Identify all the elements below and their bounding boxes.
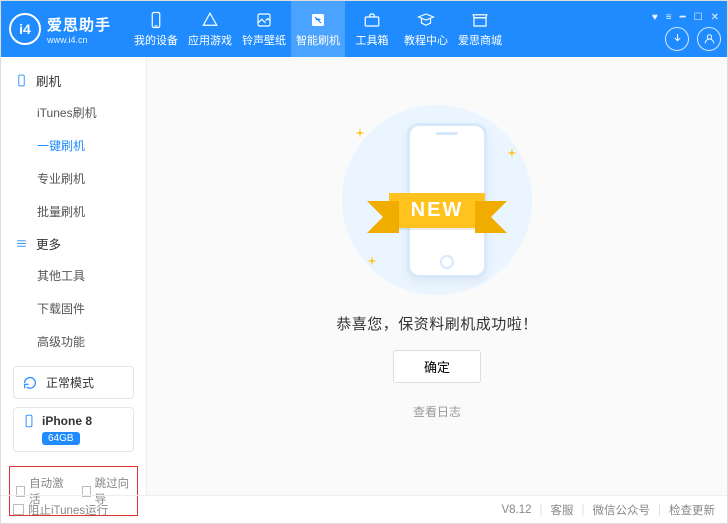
new-ribbon: NEW bbox=[389, 193, 486, 228]
nav-label: 我的设备 bbox=[134, 32, 178, 48]
sidebar-group-title: 更多 bbox=[36, 234, 61, 253]
sidebar-group-more[interactable]: 更多 bbox=[1, 228, 146, 259]
menu-lines-icon bbox=[15, 237, 28, 250]
nav-label: 应用游戏 bbox=[188, 32, 232, 48]
titlebar: i4 爱思助手 www.i4.cn 我的设备 应用游戏 铃声壁纸 智能刷机 bbox=[1, 1, 727, 57]
sidebar-group-title: 刷机 bbox=[36, 71, 61, 90]
download-button[interactable] bbox=[665, 27, 689, 51]
device-capacity-badge: 64GB bbox=[42, 432, 80, 445]
window-controls: ♥ ≡ ━ ☐ ✕ bbox=[652, 12, 719, 23]
sidebar-group-flash[interactable]: 刷机 bbox=[1, 65, 146, 96]
wallpaper-icon bbox=[255, 11, 273, 29]
success-message: 恭喜您，保资料刷机成功啦！ bbox=[336, 313, 538, 334]
brand-title: 爱思助手 bbox=[47, 14, 111, 35]
nav-my-device[interactable]: 我的设备 bbox=[129, 1, 183, 57]
sidebar-item-download-firmware[interactable]: 下载固件 bbox=[1, 292, 146, 325]
nav-toolbox[interactable]: 工具箱 bbox=[345, 1, 399, 57]
nav-label: 铃声壁纸 bbox=[242, 32, 286, 48]
settings-icon[interactable]: ♥ bbox=[652, 12, 658, 23]
body: 刷机 iTunes刷机 一键刷机 专业刷机 批量刷机 更多 其他工具 下载固件 … bbox=[1, 57, 727, 495]
nav-store[interactable]: 爱思商城 bbox=[453, 1, 507, 57]
sidebar-item-other-tools[interactable]: 其他工具 bbox=[1, 259, 146, 292]
refresh-icon bbox=[22, 375, 38, 391]
account-button[interactable] bbox=[697, 27, 721, 51]
toolbox-icon bbox=[363, 11, 381, 29]
sidebar-item-advanced[interactable]: 高级功能 bbox=[1, 325, 146, 358]
maximize-icon[interactable]: ☐ bbox=[694, 12, 703, 23]
nav-tutorials[interactable]: 教程中心 bbox=[399, 1, 453, 57]
nav-label: 智能刷机 bbox=[296, 32, 340, 48]
sidebar-item-batch-flash[interactable]: 批量刷机 bbox=[1, 195, 146, 228]
version-label: V8.12 bbox=[501, 504, 531, 516]
minimize-icon[interactable]: ━ bbox=[680, 12, 686, 23]
sidebar: 刷机 iTunes刷机 一键刷机 专业刷机 批量刷机 更多 其他工具 下载固件 … bbox=[1, 57, 147, 495]
top-nav: 我的设备 应用游戏 铃声壁纸 智能刷机 工具箱 教程中心 bbox=[129, 1, 507, 57]
tutorial-icon bbox=[417, 11, 435, 29]
phone-small-icon bbox=[22, 414, 36, 428]
sidebar-item-itunes-flash[interactable]: iTunes刷机 bbox=[1, 96, 146, 129]
flash-icon bbox=[309, 11, 327, 29]
block-itunes-checkbox[interactable]: 阻止iTunes运行 bbox=[13, 502, 108, 518]
brand-site: www.i4.cn bbox=[47, 35, 111, 45]
device-name: iPhone 8 bbox=[42, 414, 92, 428]
app-window: i4 爱思助手 www.i4.cn 我的设备 应用游戏 铃声壁纸 智能刷机 bbox=[0, 0, 728, 524]
logo: i4 爱思助手 www.i4.cn bbox=[9, 13, 111, 45]
view-log-link[interactable]: 查看日志 bbox=[413, 403, 461, 420]
nav-ringtones[interactable]: 铃声壁纸 bbox=[237, 1, 291, 57]
store-icon bbox=[471, 11, 489, 29]
device-icon bbox=[15, 74, 28, 87]
close-icon[interactable]: ✕ bbox=[711, 12, 719, 23]
apps-icon bbox=[201, 11, 219, 29]
check-update-link[interactable]: 检查更新 bbox=[669, 502, 715, 518]
nav-apps[interactable]: 应用游戏 bbox=[183, 1, 237, 57]
sidebar-item-oneclick-flash[interactable]: 一键刷机 bbox=[1, 129, 146, 162]
mode-selector[interactable]: 正常模式 bbox=[13, 366, 134, 399]
main-content: NEW 恭喜您，保资料刷机成功啦！ 确定 查看日志 bbox=[147, 57, 727, 495]
device-card[interactable]: iPhone 8 64GB bbox=[13, 407, 134, 452]
nav-flash[interactable]: 智能刷机 bbox=[291, 1, 345, 57]
nav-label: 教程中心 bbox=[404, 32, 448, 48]
statusbar: 阻止iTunes运行 V8.12 | 客服 | 微信公众号 | 检查更新 bbox=[1, 495, 727, 523]
sparkle-icon bbox=[355, 127, 365, 137]
sparkle-icon bbox=[507, 147, 517, 157]
wechat-link[interactable]: 微信公众号 bbox=[593, 502, 651, 518]
nav-label: 工具箱 bbox=[356, 32, 389, 48]
nav-label: 爱思商城 bbox=[458, 32, 502, 48]
support-link[interactable]: 客服 bbox=[551, 502, 574, 518]
phone-icon bbox=[147, 11, 165, 29]
checkbox-label: 阻止iTunes运行 bbox=[28, 502, 108, 518]
sparkle-icon bbox=[367, 255, 377, 265]
logo-mark-icon: i4 bbox=[9, 13, 41, 45]
success-illustration: NEW bbox=[327, 105, 547, 295]
mode-label: 正常模式 bbox=[46, 374, 94, 391]
menu-icon[interactable]: ≡ bbox=[666, 12, 672, 23]
sidebar-item-pro-flash[interactable]: 专业刷机 bbox=[1, 162, 146, 195]
confirm-button[interactable]: 确定 bbox=[393, 350, 481, 383]
